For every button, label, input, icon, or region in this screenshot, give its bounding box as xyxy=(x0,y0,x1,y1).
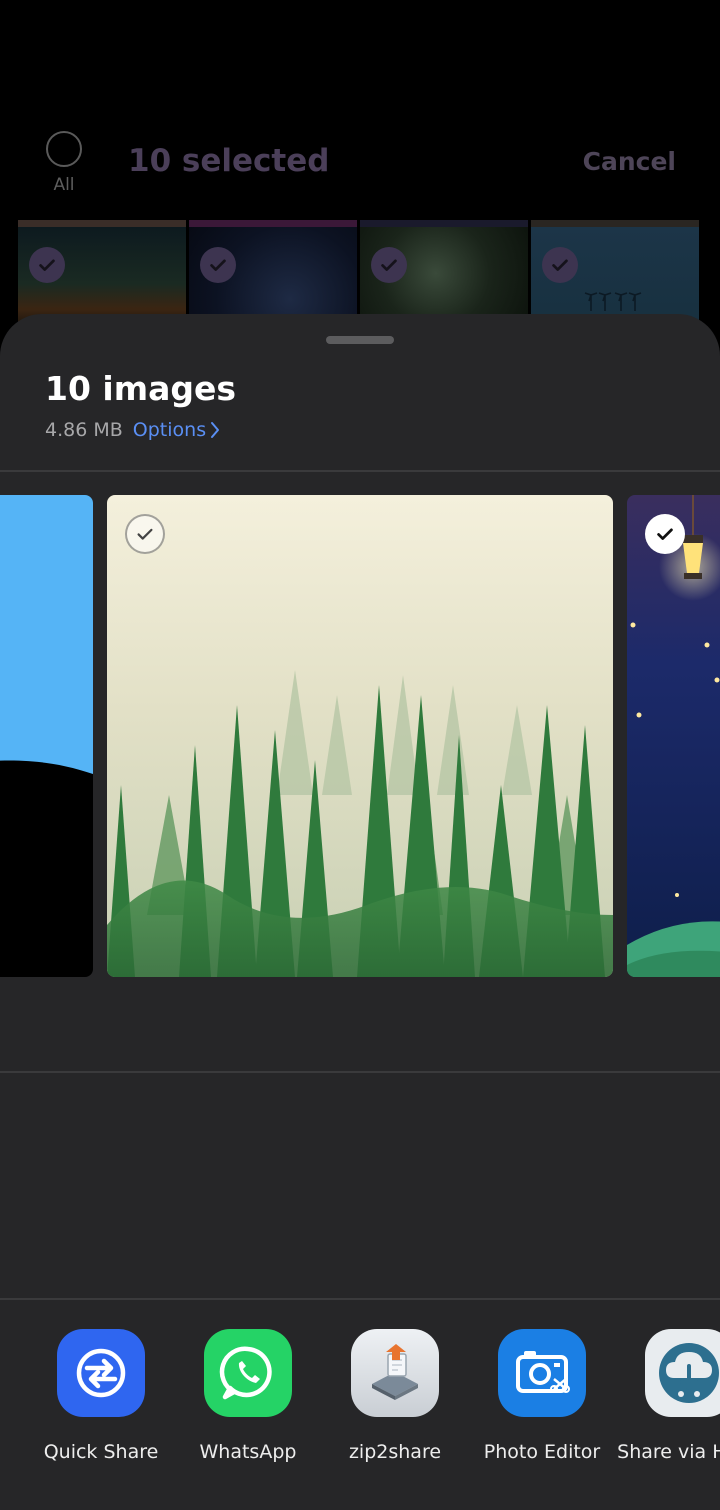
divider xyxy=(0,1298,720,1300)
share-target-photo-editor[interactable]: Photo Editor xyxy=(469,1329,615,1465)
quick-share-icon xyxy=(57,1329,145,1417)
checked-icon xyxy=(29,247,65,283)
share-target-quick-share[interactable]: Quick Share xyxy=(28,1329,174,1465)
photo-editor-icon xyxy=(498,1329,586,1417)
wind-turbines-icon xyxy=(584,292,642,311)
select-all-label: All xyxy=(53,175,75,195)
blue-sky-image xyxy=(0,495,93,774)
cancel-button[interactable]: Cancel xyxy=(583,147,676,176)
preview-card-misty-forest[interactable] xyxy=(107,495,613,977)
options-link[interactable]: Options xyxy=(133,419,220,441)
share-target-label: zip2share xyxy=(348,1441,442,1463)
image-preview-carousel[interactable] xyxy=(0,495,720,977)
sheet-meta: 4.86 MB Options xyxy=(45,419,220,441)
preview-card-blue-sky[interactable] xyxy=(0,495,93,977)
share-target-share-via-http[interactable]: Share via HTTP xyxy=(616,1329,720,1465)
unselected-checkbox[interactable] xyxy=(125,514,165,554)
checked-icon xyxy=(200,247,236,283)
total-size: 4.86 MB xyxy=(45,419,123,441)
divider xyxy=(0,470,720,472)
share-targets-row: Quick Share WhatsApp zip2share Photo Edi… xyxy=(0,1329,720,1510)
share-http-icon xyxy=(645,1329,720,1417)
zip2share-icon xyxy=(351,1329,439,1417)
night-lantern-image xyxy=(627,495,720,977)
share-target-label: Quick Share xyxy=(43,1441,159,1463)
share-target-label: Photo Editor xyxy=(483,1441,601,1463)
share-target-whatsapp[interactable]: WhatsApp xyxy=(175,1329,321,1465)
share-target-zip2share[interactable]: zip2share xyxy=(322,1329,468,1465)
gallery-header: All 10 selected Cancel xyxy=(0,0,720,222)
check-icon xyxy=(657,528,673,540)
selected-checkbox[interactable] xyxy=(645,514,685,554)
checked-icon xyxy=(542,247,578,283)
divider xyxy=(0,1071,720,1073)
share-target-label: WhatsApp xyxy=(199,1441,297,1463)
checked-icon xyxy=(371,247,407,283)
preview-card-night-lantern[interactable] xyxy=(627,495,720,977)
selection-count-title: 10 selected xyxy=(128,143,330,179)
drag-handle[interactable] xyxy=(326,336,394,344)
share-target-label: Share via HTTP xyxy=(617,1441,720,1463)
share-sheet: 10 images 4.86 MB Options Quick Share Wh… xyxy=(0,314,720,1510)
chevron-right-icon xyxy=(211,422,220,438)
misty-forest-image xyxy=(107,495,613,977)
whatsapp-icon xyxy=(204,1329,292,1417)
options-label: Options xyxy=(132,419,207,441)
sheet-title: 10 images xyxy=(45,369,237,408)
select-all-circle-icon xyxy=(46,131,82,167)
select-all-toggle[interactable]: All xyxy=(44,131,84,195)
check-icon xyxy=(137,528,153,540)
